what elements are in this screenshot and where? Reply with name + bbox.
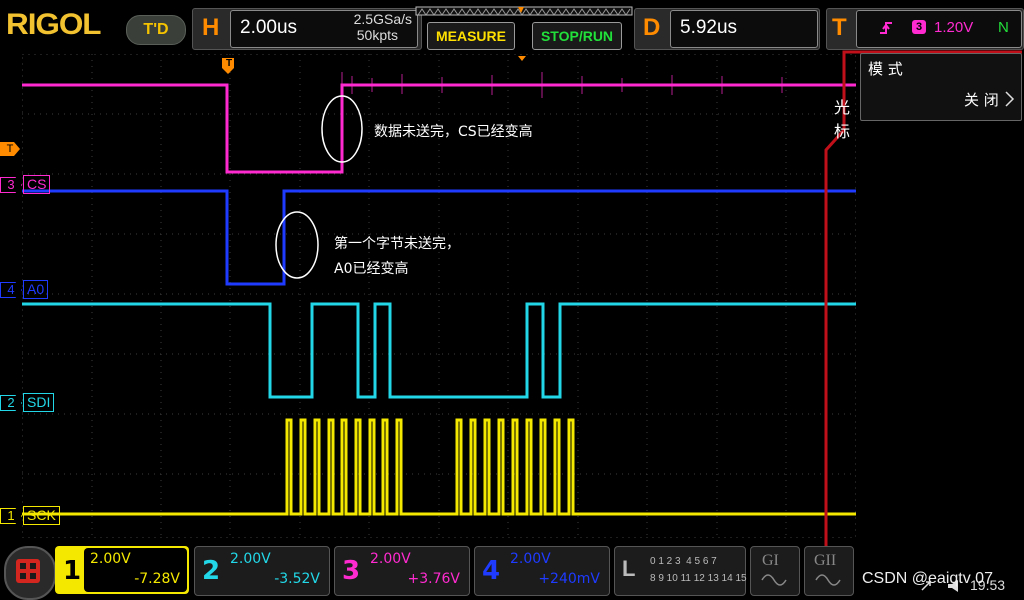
ch1-offset: -7.28V <box>134 571 180 587</box>
memory-position-bar <box>415 6 633 16</box>
ch3-label: CS <box>23 175 51 194</box>
annotation-a0-line2: A0已经变高 <box>334 261 409 277</box>
trigger-mode: N <box>998 19 1009 36</box>
rigol-logo: RIGOL <box>6 8 102 41</box>
sine-wave-icon <box>815 574 841 586</box>
ch2-offset-marker[interactable]: 2 <box>0 395 22 411</box>
cursor-mode-value: 关 闭 <box>964 91 999 109</box>
delay-label: D <box>643 14 661 41</box>
ch4-label: A0 <box>23 280 49 299</box>
ch2-offset: -3.52V <box>274 571 320 587</box>
cursor-mode-label: 模 式 <box>868 60 903 78</box>
logic-channels-row2: 8 9 10 11 12 13 14 15 <box>650 573 747 584</box>
ch3-offset-marker[interactable]: 3 <box>0 177 22 193</box>
trigger-level: 1.20V <box>934 19 974 36</box>
trigger-label: T <box>832 14 847 41</box>
watermark-text: CSDN @eaiqtv 07 <box>862 570 993 587</box>
cursor-menu-title: 光标 <box>834 98 851 141</box>
ch4-scale: 2.00V <box>510 551 551 567</box>
ch4-offset: +240mV <box>538 571 600 587</box>
cursor-menu-panel <box>824 50 1022 558</box>
run-mode-indicator: T'D <box>126 15 186 45</box>
trigger-source-badge: 3 <box>912 20 926 34</box>
ch3-number: 3 <box>342 556 361 586</box>
annotation-ellipse-a0 <box>275 211 319 279</box>
trigger-level-marker[interactable]: T <box>0 142 20 156</box>
ch4-number: 4 <box>482 556 501 586</box>
logic-channels-row1: 0 1 2 3 4 5 6 7 <box>650 556 717 567</box>
annotation-a0-line1: 第一个字节未送完， <box>334 236 460 252</box>
sample-rate: 2.5GSa/s <box>353 11 412 27</box>
ch2-number: 2 <box>202 556 221 586</box>
generator-2-label: GII <box>814 552 837 569</box>
logic-label: L <box>622 556 636 581</box>
sine-wave-icon <box>761 574 787 586</box>
measure-button[interactable]: MEASURE <box>427 22 515 50</box>
menu-grid-icon <box>16 559 40 583</box>
generator-1-label: GI <box>762 552 779 569</box>
stop-run-button[interactable]: STOP/RUN <box>532 22 622 50</box>
ch1-label: SCK <box>23 506 60 525</box>
chevron-right-icon <box>1005 91 1015 107</box>
ch1-waveform <box>22 418 856 516</box>
delay-value: 5.92us <box>680 17 738 38</box>
trigger-position-marker[interactable]: T <box>223 58 235 69</box>
ch2-label: SDI <box>23 393 55 412</box>
annotation-cs-text: 数据未送完，CS已经变高 <box>374 124 533 140</box>
ch2-scale: 2.00V <box>230 551 271 567</box>
ch2-waveform <box>22 302 856 399</box>
ch4-offset-marker[interactable]: 4 <box>0 282 22 298</box>
horizontal-label: H <box>202 14 220 41</box>
ch3-offset: +3.76V <box>407 571 460 587</box>
ch3-scale: 2.00V <box>370 551 411 567</box>
ch1-offset-marker[interactable]: 1 <box>0 508 22 524</box>
ch1-number: 1 <box>63 556 82 586</box>
rising-edge-icon <box>880 22 892 34</box>
timebase-value: 2.00us <box>240 17 298 38</box>
memory-depth: 50kpts <box>356 27 398 43</box>
ch1-scale: 2.00V <box>90 551 131 567</box>
